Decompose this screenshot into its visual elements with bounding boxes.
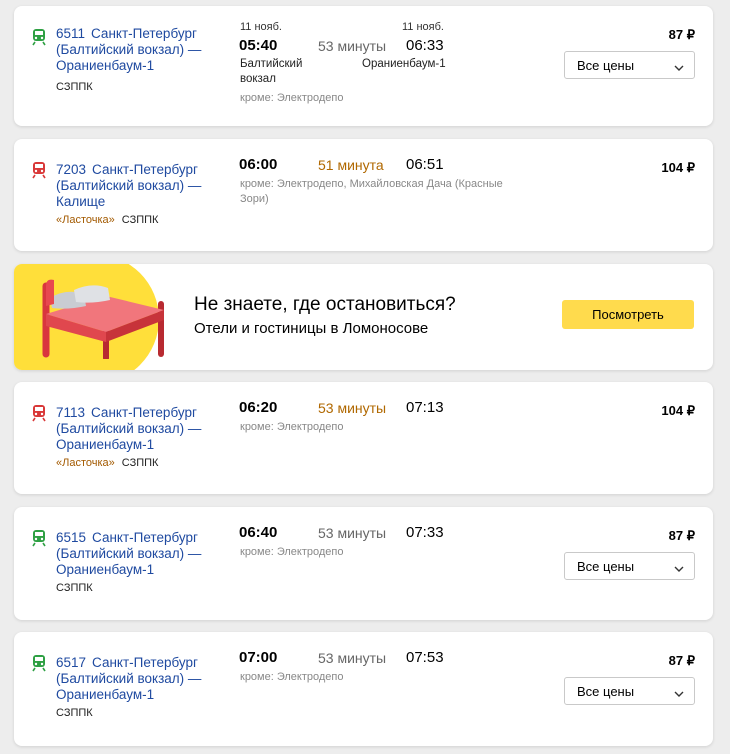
arrival-time: 07:13: [406, 399, 444, 416]
stops-except: кроме: Электродепо: [240, 671, 344, 683]
price: 104 ₽: [661, 160, 695, 175]
carrier-name: СЗППК: [56, 582, 93, 594]
bed-icon: [36, 274, 186, 364]
promo-view-button[interactable]: Посмотреть: [562, 300, 694, 329]
promo-title: Не знаете, где остановиться?: [194, 294, 456, 315]
carrier: СЗППК: [56, 81, 93, 93]
departure-station: Балтийский вокзал: [240, 58, 303, 85]
duration: 53 минуты: [318, 400, 387, 416]
arrival-time: 06:33: [406, 37, 444, 54]
carrier: СЗППК: [56, 582, 93, 594]
carrier-name: СЗППК: [121, 457, 159, 469]
arrival-date: 11 нояб.: [402, 21, 444, 33]
price: 104 ₽: [661, 403, 695, 418]
trip-card[interactable]: 7203 Санкт-Петербург (Балтийский вокзал) …: [14, 139, 713, 251]
carrier-name: СЗППК: [121, 214, 159, 226]
carrier: «Ласточка» СЗППК: [56, 457, 158, 469]
price: 87 ₽: [668, 653, 695, 668]
route-link[interactable]: 6515 Санкт-Петербург (Балтийский вокзал) …: [56, 530, 216, 578]
train-icon-red: [32, 404, 46, 422]
chevron-down-icon: [674, 686, 684, 697]
route-link[interactable]: 7203 Санкт-Петербург (Балтийский вокзал) …: [56, 162, 216, 210]
duration: 53 минуты: [318, 38, 387, 54]
train-number: 7203: [56, 162, 87, 177]
carrier: «Ласточка» СЗППК: [56, 214, 158, 226]
stops-except: кроме: Электродепо: [240, 421, 344, 433]
route-link[interactable]: 6517 Санкт-Петербург (Балтийский вокзал) …: [56, 655, 216, 703]
stops-except: кроме: Электродепо, Михайловская Дача (К…: [240, 178, 503, 205]
trip-card[interactable]: 7113 Санкт-Петербург (Балтийский вокзал) …: [14, 382, 713, 494]
departure-time: 06:00: [239, 156, 278, 173]
trip-card[interactable]: 6517 Санкт-Петербург (Балтийский вокзал) …: [14, 632, 713, 746]
chevron-down-icon: [674, 561, 684, 572]
duration: 51 минута: [318, 157, 384, 173]
trip-card[interactable]: 6515 Санкт-Петербург (Балтийский вокзал) …: [14, 507, 713, 620]
arrival-station: Ораниенбаум-1: [362, 58, 446, 70]
departure-date: 11 нояб.: [240, 21, 282, 33]
chevron-down-icon: [674, 60, 684, 71]
prices-select[interactable]: Все цены: [564, 677, 695, 705]
prices-select[interactable]: Все цены: [564, 51, 695, 79]
train-number: 7113: [56, 405, 86, 420]
arrival-time: 06:51: [406, 156, 444, 173]
route-link[interactable]: 7113 Санкт-Петербург (Балтийский вокзал) …: [56, 405, 216, 453]
arrival-time: 07:53: [406, 649, 444, 666]
stops-except: кроме: Электродепо: [240, 92, 344, 104]
train-number: 6517: [56, 655, 87, 670]
train-number: 6511: [56, 26, 86, 41]
departure-time: 06:40: [239, 524, 278, 541]
train-number: 6515: [56, 530, 87, 545]
arrival-time: 07:33: [406, 524, 444, 541]
named-train: «Ласточка»: [56, 457, 115, 469]
carrier: СЗППК: [56, 707, 93, 719]
departure-time: 07:00: [239, 649, 278, 666]
train-icon-green: [32, 654, 46, 672]
prices-select-label: Все цены: [577, 684, 635, 699]
carrier-name: СЗППК: [56, 707, 93, 719]
price: 87 ₽: [668, 27, 695, 42]
prices-select-label: Все цены: [577, 559, 635, 574]
promo-subtitle: Отели и гостиницы в Ломоносове: [194, 320, 429, 337]
train-icon-green: [32, 28, 46, 46]
prices-select-label: Все цены: [577, 58, 635, 73]
named-train: «Ласточка»: [56, 214, 115, 226]
train-icon-green: [32, 529, 46, 547]
duration: 53 минуты: [318, 525, 387, 541]
route-link[interactable]: 6511 Санкт-Петербург (Балтийский вокзал) …: [56, 26, 216, 74]
trip-card[interactable]: 6511 Санкт-Петербург (Балтийский вокзал) …: [14, 6, 713, 126]
stops-except: кроме: Электродепо: [240, 546, 344, 558]
hotel-promo-banner[interactable]: Не знаете, где остановиться? Отели и гос…: [14, 264, 713, 370]
carrier-name: СЗППК: [56, 81, 93, 93]
duration: 53 минуты: [318, 650, 387, 666]
prices-select[interactable]: Все цены: [564, 552, 695, 580]
price: 87 ₽: [668, 528, 695, 543]
train-icon-red: [32, 161, 46, 179]
departure-time: 06:20: [239, 399, 278, 416]
departure-time: 05:40: [239, 37, 278, 54]
